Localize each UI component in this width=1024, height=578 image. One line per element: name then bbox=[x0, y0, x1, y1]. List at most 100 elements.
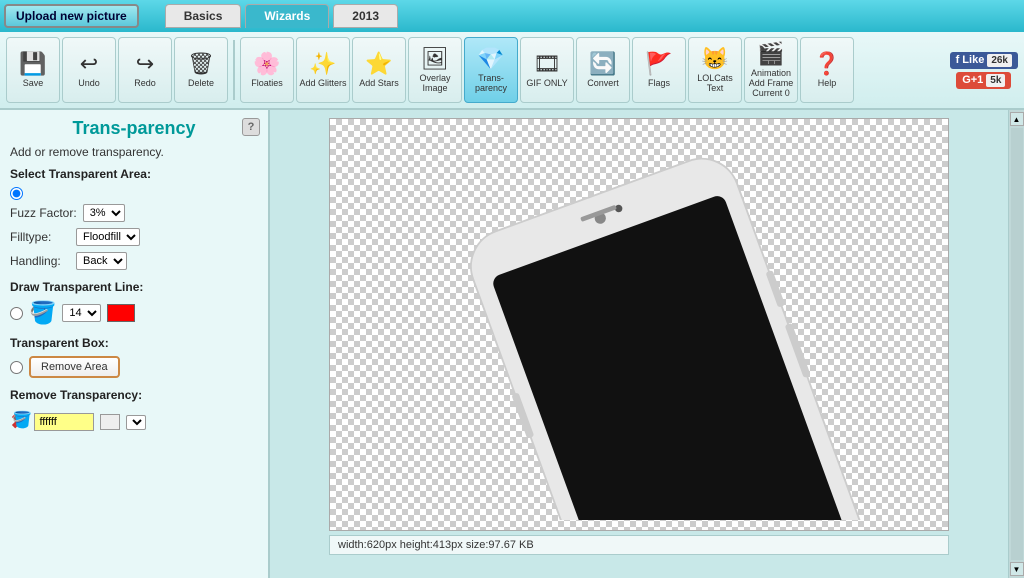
draw-line-radio[interactable] bbox=[10, 307, 23, 320]
undo-icon: ↩ bbox=[80, 51, 98, 77]
lolcats-button[interactable]: 😸 LOLCats Text bbox=[688, 37, 742, 103]
toolbar-separator-1 bbox=[233, 40, 235, 100]
paint-bucket-icon: 🪣 bbox=[29, 300, 56, 326]
gplus-button[interactable]: G+1 5k bbox=[956, 72, 1011, 89]
redo-button[interactable]: ↪ Redo bbox=[118, 37, 172, 103]
scroll-up-arrow[interactable]: ▲ bbox=[1010, 112, 1024, 126]
flags-button[interactable]: 🚩 Flags bbox=[632, 37, 686, 103]
panel-title: Trans-parency bbox=[10, 118, 258, 139]
save-icon: 💾 bbox=[19, 51, 46, 77]
transparency-label: Trans-parency bbox=[467, 74, 515, 94]
line-color-box[interactable] bbox=[107, 304, 135, 322]
gif-icon: 🎞 bbox=[533, 51, 561, 77]
fuzz-select[interactable]: 3% bbox=[83, 204, 125, 222]
filltype-label: Filltype: bbox=[10, 230, 70, 244]
glitters-icon: ✨ bbox=[309, 51, 336, 77]
handling-label: Handling: bbox=[10, 254, 70, 268]
image-container[interactable] bbox=[329, 118, 949, 531]
gplus-label: G+1 bbox=[962, 74, 983, 86]
main-area: ? Trans-parency Add or remove transparen… bbox=[0, 110, 1024, 578]
convert-button[interactable]: 🔄 Convert bbox=[576, 37, 630, 103]
transparency-button[interactable]: 💎 Trans-parency bbox=[464, 37, 518, 103]
top-bar: Upload new picture Basics Wizards 2013 bbox=[0, 0, 1024, 32]
right-scrollbar: ▲ ▼ bbox=[1008, 110, 1024, 578]
scroll-track[interactable] bbox=[1011, 128, 1023, 560]
help-button[interactable]: ❓ Help bbox=[800, 37, 854, 103]
effect-tools: 🌸 Floaties ✨ Add Glitters ⭐ Add Stars 🖼 … bbox=[240, 37, 854, 103]
color-swatch[interactable] bbox=[100, 414, 120, 430]
draw-line-row: 🪣 14 bbox=[10, 300, 258, 326]
animation-icon: 🎬 bbox=[757, 41, 784, 67]
overlay-icon: 🖼 bbox=[421, 46, 449, 72]
help-label: Help bbox=[818, 79, 837, 89]
save-button[interactable]: 💾 Save bbox=[6, 37, 60, 103]
transparency-icon: 💎 bbox=[477, 46, 504, 72]
redo-label: Redo bbox=[134, 79, 156, 89]
flags-icon: 🚩 bbox=[645, 51, 672, 77]
undo-button[interactable]: ↩ Undo bbox=[62, 37, 116, 103]
tab-wizards[interactable]: Wizards bbox=[245, 4, 329, 28]
remove-trans-row: ✖ 🪣 ▼ bbox=[10, 408, 258, 436]
save-label: Save bbox=[23, 79, 44, 89]
line-size-select[interactable]: 14 bbox=[62, 304, 101, 322]
help-panel-icon[interactable]: ? bbox=[242, 118, 260, 136]
gplus-count: 5k bbox=[986, 74, 1005, 87]
fuzz-row: Fuzz Factor: 3% bbox=[10, 204, 258, 222]
delete-button[interactable]: 🗑 Delete bbox=[174, 37, 228, 103]
stars-label: Add Stars bbox=[359, 79, 399, 89]
select-area-radio-row bbox=[10, 187, 258, 200]
color-select[interactable]: ▼ bbox=[126, 415, 146, 430]
filltype-select[interactable]: Floodfill bbox=[76, 228, 140, 246]
lolcats-icon: 😸 bbox=[701, 46, 728, 72]
stars-button[interactable]: ⭐ Add Stars bbox=[352, 37, 406, 103]
nav-tabs: Basics Wizards 2013 bbox=[165, 4, 398, 28]
help-icon: ❓ bbox=[813, 51, 840, 77]
cross-x-icon: ✖ 🪣 bbox=[10, 408, 28, 436]
status-bar: width:620px height:413px size:97.67 KB bbox=[329, 535, 949, 555]
phone-image bbox=[349, 130, 929, 520]
hex-input[interactable] bbox=[34, 413, 94, 431]
floaties-button[interactable]: 🌸 Floaties bbox=[240, 37, 294, 103]
facebook-like-button[interactable]: f Like 26k bbox=[950, 52, 1018, 69]
upload-button[interactable]: Upload new picture bbox=[4, 4, 139, 28]
panel-description: Add or remove transparency. bbox=[10, 145, 258, 159]
toolbar: 💾 Save ↩ Undo ↪ Redo 🗑 Delete 🌸 Floaties… bbox=[0, 32, 1024, 110]
overlay-label: Overlay Image bbox=[411, 74, 459, 94]
floaties-icon: 🌸 bbox=[253, 51, 280, 77]
gif-button[interactable]: 🎞 GIF ONLY bbox=[520, 37, 574, 103]
handling-row: Handling: Back bbox=[10, 252, 258, 270]
remove-area-button[interactable]: Remove Area bbox=[29, 356, 120, 378]
tab-basics[interactable]: Basics bbox=[165, 4, 242, 28]
transparent-box-radio[interactable] bbox=[10, 361, 23, 374]
animation-label: Animation Add Frame Current 0 bbox=[747, 69, 795, 99]
transparent-box-radio-row: Remove Area bbox=[10, 356, 258, 378]
handling-select[interactable]: Back bbox=[76, 252, 127, 270]
flags-label: Flags bbox=[648, 79, 670, 89]
overlay-button[interactable]: 🖼 Overlay Image bbox=[408, 37, 462, 103]
delete-label: Delete bbox=[188, 79, 214, 89]
glitters-label: Add Glitters bbox=[299, 79, 346, 89]
delete-icon: 🗑 bbox=[187, 51, 215, 77]
fb-icon: f bbox=[956, 54, 960, 66]
remove-transparency-section: Remove Transparency: ✖ 🪣 ▼ bbox=[10, 388, 258, 436]
canvas-area: width:620px height:413px size:97.67 KB bbox=[270, 110, 1008, 578]
select-area-radio[interactable] bbox=[10, 187, 23, 200]
remove-transparency-label: Remove Transparency: bbox=[10, 388, 258, 402]
select-area-label: Select Transparent Area: bbox=[10, 167, 258, 181]
fb-like-label: Like bbox=[962, 54, 984, 66]
floaties-label: Floaties bbox=[251, 79, 283, 89]
glitters-button[interactable]: ✨ Add Glitters bbox=[296, 37, 350, 103]
convert-icon: 🔄 bbox=[589, 51, 616, 77]
undo-label: Undo bbox=[78, 79, 100, 89]
animation-button[interactable]: 🎬 Animation Add Frame Current 0 bbox=[744, 37, 798, 103]
social-bar: f Like 26k G+1 5k bbox=[950, 52, 1018, 89]
left-panel: ? Trans-parency Add or remove transparen… bbox=[0, 110, 270, 578]
scroll-down-arrow[interactable]: ▼ bbox=[1010, 562, 1024, 576]
tab-year[interactable]: 2013 bbox=[333, 4, 398, 28]
draw-line-section: Draw Transparent Line: 🪣 14 bbox=[10, 280, 258, 326]
lolcats-label: LOLCats Text bbox=[691, 74, 739, 94]
fuzz-label: Fuzz Factor: bbox=[10, 206, 77, 220]
redo-icon: ↪ bbox=[136, 51, 154, 77]
convert-label: Convert bbox=[587, 79, 619, 89]
fb-count: 26k bbox=[987, 54, 1012, 67]
